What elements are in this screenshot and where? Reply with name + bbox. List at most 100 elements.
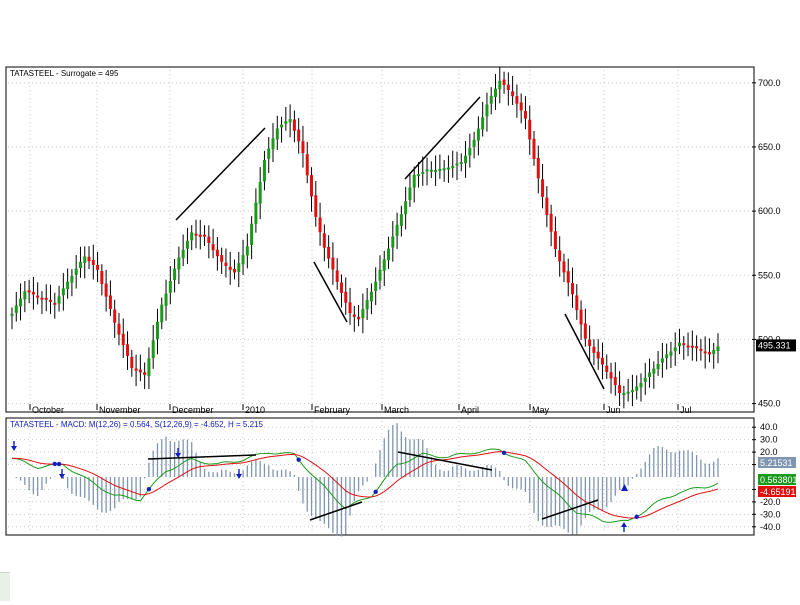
candle-body [224, 262, 228, 266]
candle-body [365, 300, 369, 310]
price-chart-title: TATASTEEL - Surrogate = 495 [10, 69, 119, 78]
candle-body [160, 304, 164, 323]
candle-body [194, 233, 198, 236]
candle-body [665, 354, 669, 359]
candle-body [70, 275, 74, 283]
signal-line [11, 451, 719, 519]
macd-value-label: 5.21531 [760, 458, 793, 468]
candle-body [245, 246, 249, 256]
candle-body [600, 357, 604, 365]
candle-body [622, 393, 626, 396]
candle-body [455, 163, 459, 166]
candle-body [44, 297, 48, 300]
candle-body [626, 391, 630, 394]
candle-body [605, 365, 609, 372]
candle-body [421, 171, 425, 174]
candle-body [592, 346, 596, 353]
macd-value-label: 0.563801 [760, 475, 798, 485]
candle-body [536, 158, 540, 179]
candle-body [61, 288, 65, 296]
candle-body [177, 257, 181, 270]
candle-body [361, 309, 365, 319]
macd-chart-title: TATASTEEL - MACD: M(12,26) = 0.564, S(12… [10, 420, 263, 429]
crossover-dot [56, 461, 62, 467]
price-y-tick-label: 700.0 [758, 78, 781, 88]
macd-y-tick-label: -40.0 [760, 522, 781, 532]
candle-body [562, 261, 566, 273]
candle-body [596, 351, 600, 359]
candle-body [348, 302, 352, 314]
candle-body [292, 119, 296, 131]
down-arrow-icon [11, 441, 17, 451]
candle-body [703, 351, 707, 354]
candle-body [19, 298, 23, 307]
candle-body [10, 313, 14, 316]
candle-body [677, 342, 681, 347]
candle-body [382, 259, 386, 271]
candle-body [258, 181, 262, 204]
crossover-dot [634, 514, 639, 519]
crossover-dot [501, 450, 507, 456]
candle-body [339, 282, 343, 293]
candle-body [515, 96, 519, 104]
month-label: Jun [606, 405, 621, 415]
candle-body [83, 256, 87, 264]
candle-body [630, 390, 634, 393]
price-trendlines [175, 96, 605, 390]
candle-body [31, 292, 35, 295]
month-label: March [384, 405, 409, 415]
macd-y-axis: 40.030.020.010.0-10.0-20.0-30.0-40.05.21… [752, 422, 798, 532]
candle-body [404, 201, 408, 215]
price-y-tick-label: 550.0 [758, 270, 781, 280]
candle-body [639, 382, 643, 388]
candle-body [472, 139, 476, 147]
candle-body [241, 255, 245, 265]
candle-body [143, 372, 147, 375]
candle-body [357, 316, 361, 320]
candle-body [438, 168, 442, 171]
candle-body [113, 309, 117, 323]
price-panel [5, 66, 755, 413]
candle-body [66, 281, 70, 290]
candle-body [318, 217, 322, 233]
candle-body [134, 368, 138, 371]
candle-body [690, 345, 694, 348]
candle-body [322, 233, 326, 248]
candle-body [618, 385, 622, 394]
candle-body [545, 197, 549, 215]
candle-body [237, 263, 241, 272]
candle-body [96, 264, 100, 270]
candle-body [207, 236, 211, 243]
macd-trendline [309, 501, 363, 521]
price-y-axis: 450.0500.0550.0600.0650.0700.0495.331 [752, 78, 796, 409]
month-label: October [32, 405, 64, 415]
macd-trendline [147, 454, 257, 460]
candle-body [369, 291, 373, 302]
candle-body [173, 268, 177, 281]
candle-body [151, 340, 155, 359]
candle-body [254, 202, 258, 224]
macd-y-tick-label: 30.0 [760, 435, 778, 445]
candle-body [215, 249, 219, 257]
candle-body [459, 162, 463, 165]
candle-body [181, 249, 185, 259]
candle-body [220, 255, 224, 262]
candle-body [23, 291, 27, 300]
triangle-up-icon [621, 484, 628, 491]
candle-body [49, 299, 53, 302]
macd-y-tick-label: 20.0 [760, 447, 778, 457]
candle-body [374, 281, 378, 292]
price-grid [8, 70, 752, 410]
candle-body [78, 261, 82, 269]
candle-body [100, 271, 104, 284]
candle-body [511, 91, 515, 97]
candle-body [36, 295, 40, 298]
candle-body [232, 268, 236, 273]
down-arrow-icon [59, 469, 65, 479]
last-value-label: 495.331 [758, 340, 791, 350]
candle-body [660, 358, 664, 363]
candle-body [686, 345, 690, 348]
candle-body [344, 291, 348, 303]
candle-body [327, 246, 331, 259]
candle-body [198, 234, 202, 237]
